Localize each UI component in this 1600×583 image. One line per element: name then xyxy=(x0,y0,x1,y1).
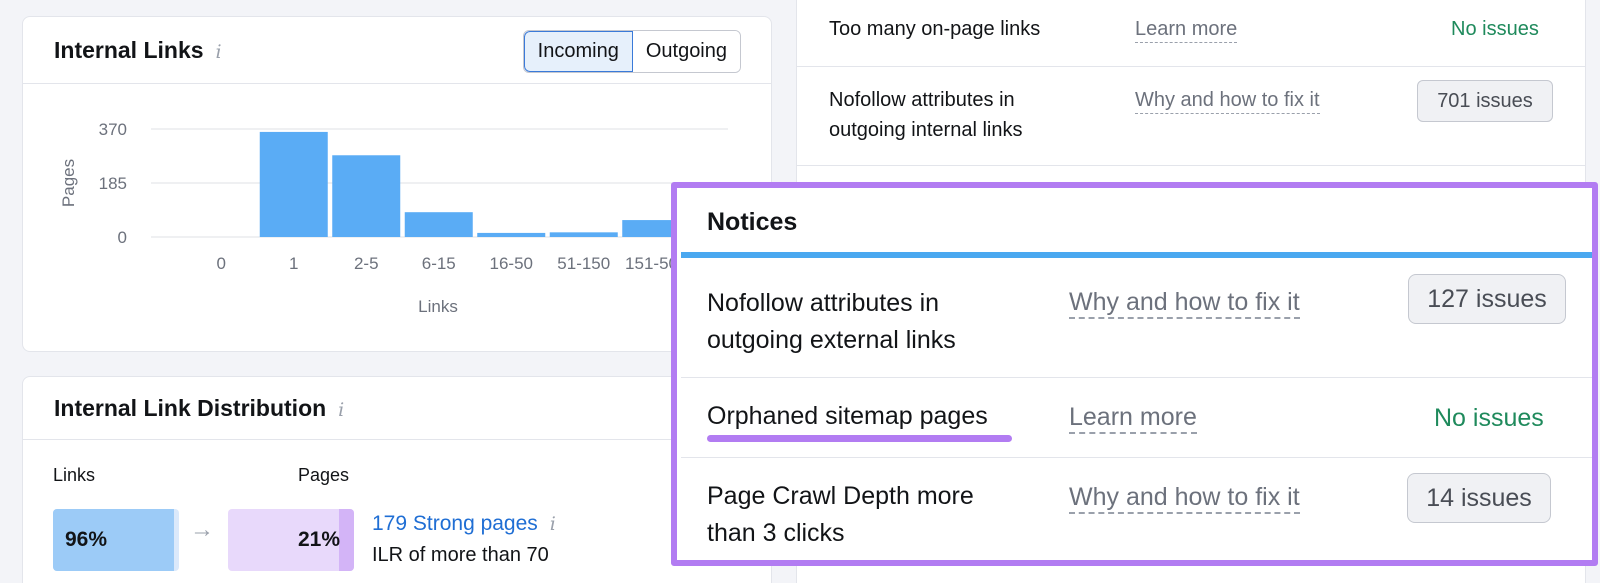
arrow-right-icon: → xyxy=(190,516,214,543)
y-tick-label: 370 xyxy=(99,120,127,139)
incoming-toggle-button[interactable]: Incoming xyxy=(523,31,633,72)
chart-bar xyxy=(549,232,618,237)
x-axis-label: Links xyxy=(418,297,458,316)
notice-label: Nofollow attributes in outgoing external… xyxy=(707,289,956,354)
strong-pages-link[interactable]: 179 Strong pages i xyxy=(372,512,556,536)
link-distribution-title: Internal Link Distribution i xyxy=(54,395,345,421)
y-tick-label: 185 xyxy=(99,174,127,193)
outgoing-toggle-button[interactable]: Outgoing xyxy=(632,31,740,72)
pages-column-label: Pages xyxy=(298,465,350,485)
row-divider xyxy=(681,457,1592,458)
why-and-how-link[interactable]: Why and how to fix it xyxy=(1135,87,1320,114)
links-percentage: 96% xyxy=(65,528,108,551)
link-distribution-header: Internal Link Distribution i xyxy=(23,377,771,440)
row-divider xyxy=(797,66,1586,67)
issue-label: Too many on-page links xyxy=(829,18,1041,40)
notice-label: Page Crawl Depth more than 3 clicks xyxy=(707,482,974,547)
notices-panel: Notices Nofollow attributes in outgoing … xyxy=(671,182,1598,566)
highlight-underline xyxy=(707,435,1012,442)
internal-links-card: Internal Links i Incoming Outgoing 370 185… xyxy=(22,16,772,352)
notices-title: Notices xyxy=(707,208,798,236)
chart-bar xyxy=(332,155,401,237)
x-tick-label: 51-150 xyxy=(557,254,610,273)
learn-more-link[interactable]: Learn more xyxy=(1069,402,1197,434)
links-percentage-bar: 96% xyxy=(53,509,179,571)
issues-count-badge[interactable]: 14 issues xyxy=(1407,473,1551,523)
info-icon[interactable]: i xyxy=(216,41,222,63)
notice-label-orphaned-sitemap: Orphaned sitemap pages xyxy=(707,402,988,430)
pages-percentage: 21% xyxy=(297,528,340,551)
strong-pages-description: ILR of more than 70 xyxy=(372,544,549,566)
y-axis-label: Pages xyxy=(59,159,78,207)
x-tick-label: 2-5 xyxy=(354,254,379,273)
pages-bar-fill xyxy=(338,509,354,571)
notices-accent-line xyxy=(681,252,1592,258)
y-tick-label: 0 xyxy=(118,228,127,247)
issues-count-badge[interactable]: 701 issues xyxy=(1417,80,1553,122)
row-divider xyxy=(681,377,1592,378)
internal-links-title: Internal Links i xyxy=(54,37,222,63)
why-and-how-link[interactable]: Why and how to fix it xyxy=(1069,482,1300,514)
learn-more-link[interactable]: Learn more xyxy=(1135,16,1238,43)
chart-bar xyxy=(404,212,473,237)
direction-toggle: Incoming Outgoing xyxy=(522,30,741,73)
internal-links-bar-chart: 3701850Pages0 1 2-5 6-15 16-50 51-150 151-500L… xyxy=(59,120,728,316)
info-icon[interactable]: i xyxy=(550,513,556,535)
issue-label: Nofollow attributes in outgoing internal… xyxy=(829,89,1023,141)
info-icon[interactable]: i xyxy=(338,399,344,421)
x-tick-label: 1 xyxy=(289,254,298,273)
x-tick-label: 6-15 xyxy=(422,254,456,273)
pages-percentage-bar: 21% xyxy=(228,509,354,571)
chart-bar xyxy=(477,232,546,237)
status-no-issues: No issues xyxy=(1434,404,1544,432)
links-column-label: Links xyxy=(53,465,96,485)
x-tick-label: 16-50 xyxy=(490,254,533,273)
row-divider xyxy=(797,165,1586,166)
chart-bar xyxy=(259,131,328,237)
issues-count-badge[interactable]: 127 issues xyxy=(1408,274,1566,324)
why-and-how-link[interactable]: Why and how to fix it xyxy=(1069,287,1300,319)
internal-links-header: Internal Links i Incoming Outgoing xyxy=(23,17,771,84)
status-no-issues: No issues xyxy=(1451,18,1539,40)
x-tick-label: 0 xyxy=(217,254,226,273)
